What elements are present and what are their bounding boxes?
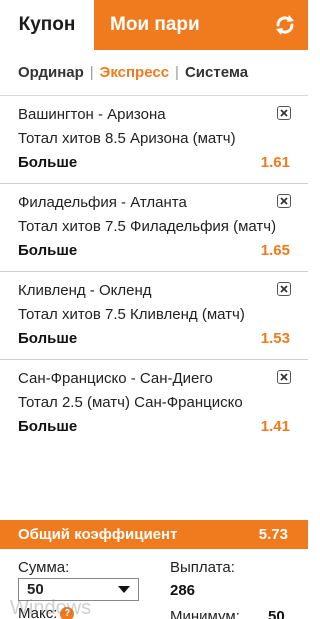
tab-separator: |: [175, 64, 179, 81]
remove-bet-button[interactable]: [277, 282, 291, 296]
remove-bet-button[interactable]: [277, 106, 291, 120]
tab-system[interactable]: Система: [185, 64, 248, 81]
bet-outcome: Больше: [18, 330, 78, 347]
total-odds-value: 5.73: [258, 526, 288, 543]
payout-label: Выплата:: [170, 559, 235, 576]
close-icon: [280, 109, 288, 117]
tab-separator: |: [89, 64, 94, 81]
remove-bet-button[interactable]: [277, 194, 291, 208]
bet-outcome: Больше: [18, 242, 78, 259]
bet-item: Кливленд - Окленд Тотал хитов 7.5 Кливле…: [0, 272, 308, 360]
bet-market: Тотал хитов 8.5 Аризона (матч): [18, 130, 236, 147]
tab-my-bets[interactable]: Мои пари: [94, 0, 262, 50]
bet-item: Вашингтон - Аризона Тотал хитов 8.5 Ариз…: [0, 96, 308, 184]
bet-market: Тотал 2.5 (матч) Сан-Франциско: [18, 394, 243, 411]
stake-value: 50: [27, 581, 44, 598]
bet-match: Вашингтон - Аризона: [18, 106, 166, 123]
close-icon: [280, 373, 288, 381]
bet-match: Филадельфия - Атланта: [18, 194, 187, 211]
bet-list: Вашингтон - Аризона Тотал хитов 8.5 Ариз…: [0, 96, 308, 447]
bet-market: Тотал хитов 7.5 Филадельфия (матч): [18, 218, 277, 235]
bet-outcome: Больше: [18, 418, 78, 435]
bet-outcome: Больше: [18, 154, 78, 171]
total-odds-label: Общий коэффициент: [18, 526, 178, 543]
remove-bet-button[interactable]: [277, 370, 291, 384]
bet-item: Сан-Франциско - Сан-Диего Тотал 2.5 (мат…: [0, 360, 308, 447]
min-label: Минимум:: [170, 608, 240, 619]
refresh-icon: [276, 15, 294, 35]
bet-type-tabs: Ординар | Экспресс | Система: [0, 50, 308, 96]
chevron-down-icon: [118, 586, 130, 593]
close-icon: [280, 285, 288, 293]
refresh-button[interactable]: [262, 0, 308, 50]
bet-odds: 1.53: [260, 330, 290, 347]
tab-coupon[interactable]: Купон: [0, 0, 94, 50]
bet-match: Кливленд - Окленд: [18, 282, 152, 299]
stake-label: Сумма:: [18, 559, 70, 576]
bet-item: Филадельфия - Атланта Тотал хитов 7.5 Фи…: [0, 184, 308, 272]
bet-match: Сан-Франциско - Сан-Диего: [18, 370, 213, 387]
min-value: 50: [268, 608, 285, 619]
windows-watermark: Windows: [10, 597, 92, 619]
tab-ordinar[interactable]: Ординар: [18, 64, 84, 81]
bet-odds: 1.65: [260, 242, 290, 259]
bet-odds: 1.41: [260, 418, 290, 435]
close-icon: [280, 197, 288, 205]
bet-market: Тотал хитов 7.5 Кливленд (матч): [18, 306, 245, 323]
payout-value: 286: [170, 582, 196, 599]
bet-odds: 1.61: [260, 154, 290, 171]
total-odds-bar: Общий коэффициент 5.73: [0, 520, 308, 549]
coupon-header: Купон Мои пари: [0, 0, 308, 50]
tab-express[interactable]: Экспресс: [100, 64, 169, 81]
